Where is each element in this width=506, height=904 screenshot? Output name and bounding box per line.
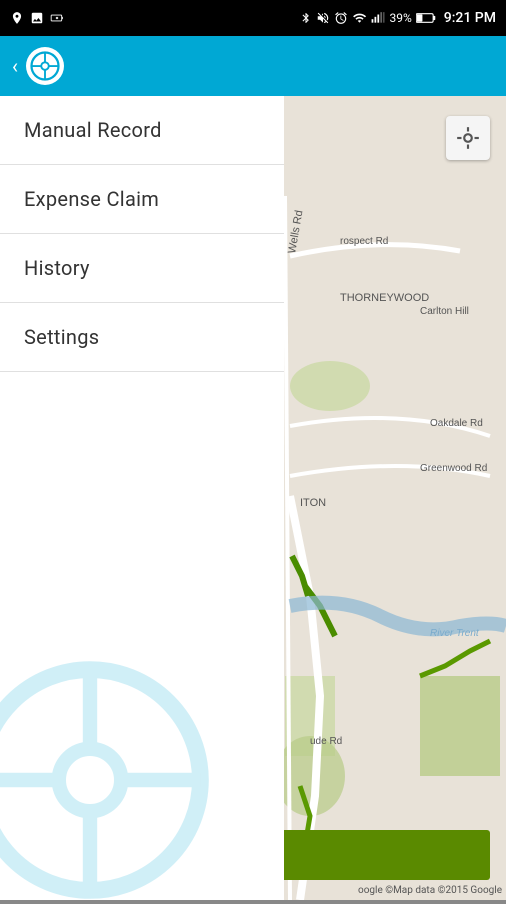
svg-text:THORNEYWOOD: THORNEYWOOD (340, 292, 429, 304)
svg-text:ude Rd: ude Rd (310, 736, 342, 747)
image-icon (30, 11, 44, 25)
sidebar-menu: Manual Record Expense Claim History Sett… (0, 96, 284, 900)
bluetooth-icon (300, 11, 312, 25)
svg-text:River Trent: River Trent (430, 628, 480, 639)
location-icon (10, 11, 24, 25)
back-arrow[interactable]: ‹ (12, 54, 18, 78)
battery-saver-icon (50, 11, 64, 25)
menu-item-settings[interactable]: Settings (0, 303, 284, 372)
menu-item-expense-claim[interactable]: Expense Claim (0, 165, 284, 234)
signal-icon (371, 11, 385, 25)
status-bar: 39% 9:21 PM (0, 0, 506, 36)
status-icons-left (10, 11, 64, 25)
svg-text:rospect Rd: rospect Rd (340, 236, 388, 247)
svg-text:Greenwood Rd: Greenwood Rd (420, 463, 487, 474)
wifi-icon (352, 11, 367, 25)
svg-text:Oakdale Rd: Oakdale Rd (430, 418, 483, 429)
battery-percent: 39% (389, 11, 411, 25)
status-icons-right: 39% 9:21 PM (300, 10, 496, 26)
muted-icon (316, 11, 330, 25)
app-header: ‹ (0, 36, 506, 96)
location-button[interactable] (446, 116, 490, 160)
battery-icon (416, 12, 436, 24)
alarm-icon (334, 11, 348, 25)
status-time: 9:21 PM (444, 10, 496, 26)
sidebar-drawer: Manual Record Expense Claim History Sett… (0, 96, 284, 900)
menu-item-history[interactable]: History (0, 234, 284, 303)
menu-item-manual-record[interactable]: Manual Record (0, 96, 284, 165)
header-logo (26, 47, 64, 85)
svg-text:ITON: ITON (300, 497, 326, 509)
map-attribution: oogle ©Map data ©2015 Google (358, 885, 502, 896)
svg-text:Carlton Hill: Carlton Hill (420, 306, 469, 317)
main-content: Wells Rd rospect Rd THORNEYWOOD Carlton … (0, 96, 506, 900)
